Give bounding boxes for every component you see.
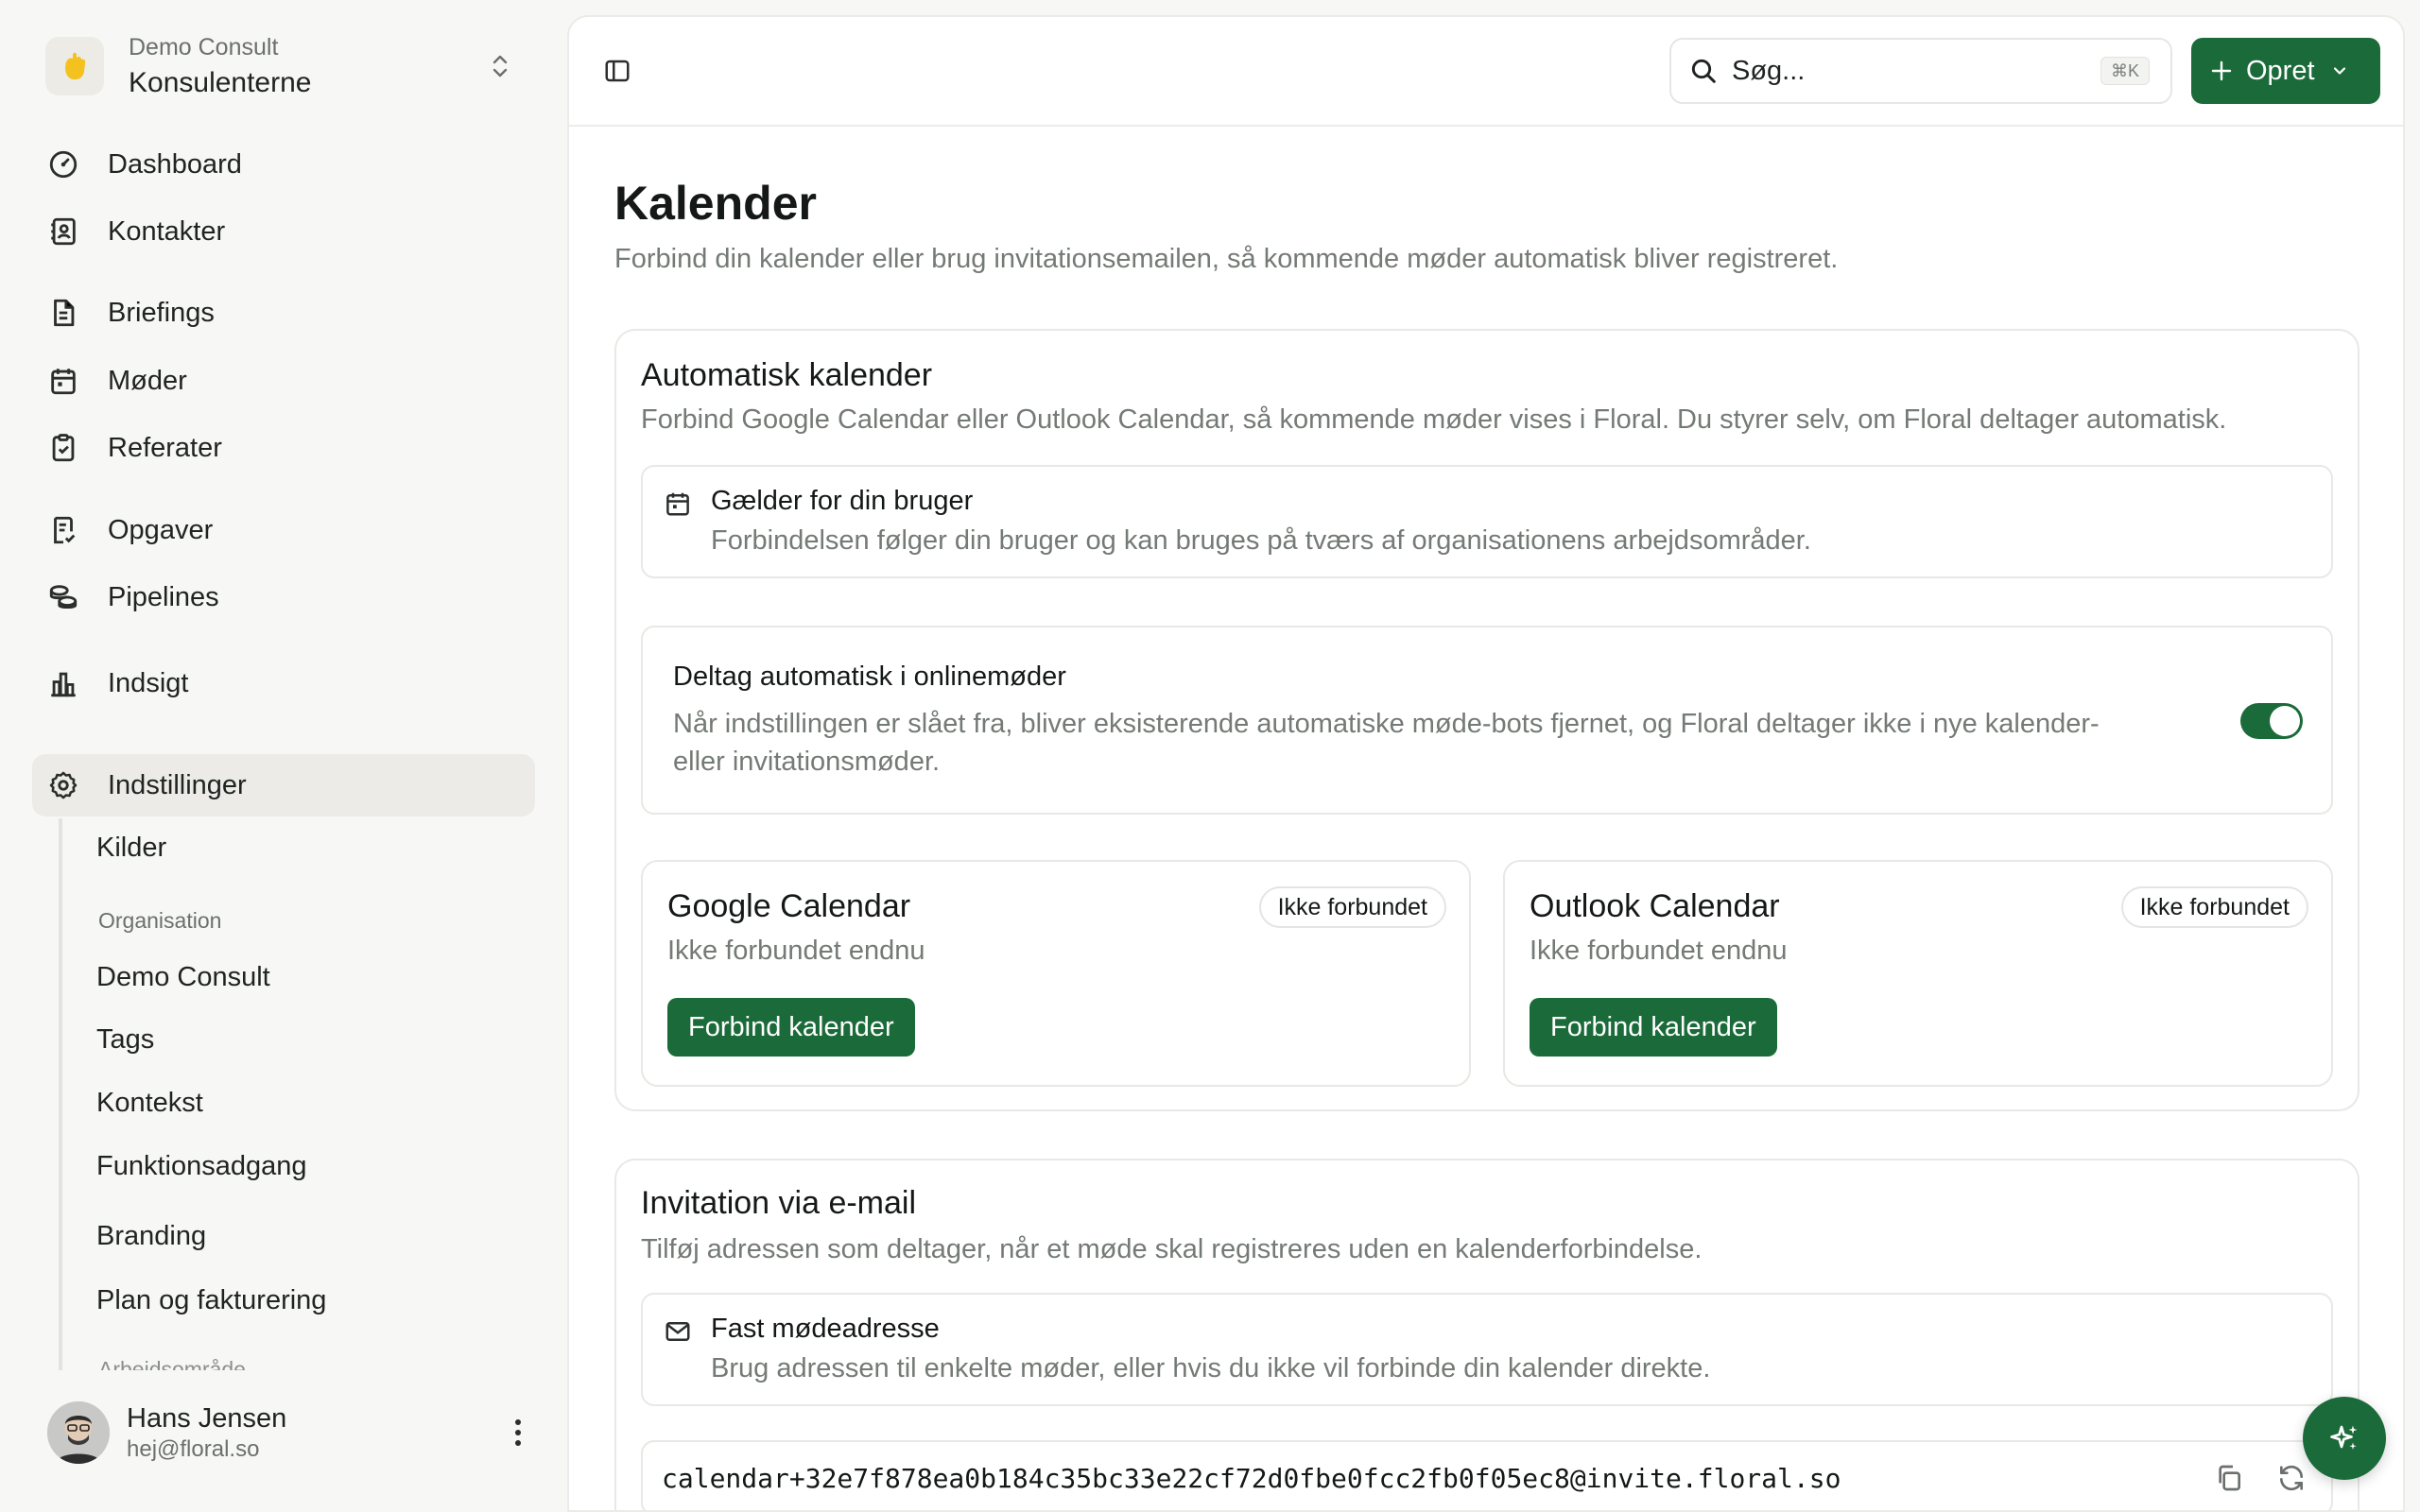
connect-outlook-button[interactable]: Forbind kalender bbox=[1530, 998, 1777, 1057]
nav-label: Pipelines bbox=[108, 581, 219, 612]
nav-label: Dashboard bbox=[108, 148, 242, 180]
card-title: Invitation via e-mail bbox=[641, 1185, 917, 1221]
user-name: Hans Jensen bbox=[127, 1402, 287, 1434]
subnav-branding[interactable]: Branding bbox=[96, 1221, 206, 1252]
avatar bbox=[47, 1401, 110, 1464]
provider-status: Ikke forbundet endnu bbox=[667, 936, 925, 966]
org-subtitle: Demo Consult bbox=[129, 33, 279, 60]
nav-label: Referater bbox=[108, 432, 222, 463]
org-name: Konsulenterne bbox=[129, 66, 312, 98]
subnav-demo-consult[interactable]: Demo Consult bbox=[96, 962, 270, 993]
auto-join-toggle[interactable] bbox=[2240, 703, 2303, 739]
nav-pipelines[interactable]: Pipelines bbox=[32, 566, 535, 628]
sidebar-toggle-icon[interactable] bbox=[603, 57, 635, 89]
create-button[interactable]: Opret bbox=[2191, 38, 2380, 104]
fixed-address-notice: Fast mødeadresse Brug adressen til enkel… bbox=[641, 1293, 2333, 1406]
calendar-icon bbox=[51, 369, 76, 395]
subnav-kilder[interactable]: Kilder bbox=[96, 833, 166, 864]
nav-label: Opgaver bbox=[108, 514, 214, 545]
calendar-icon bbox=[666, 492, 689, 516]
subnav-heading-arbejdsomrade: Arbejdsområde bbox=[98, 1357, 246, 1370]
setting-title: Deltag automatisk i onlinemøder bbox=[673, 662, 1066, 692]
hand-logo-icon bbox=[65, 52, 86, 80]
topbar: ⌘K Opret bbox=[569, 17, 2403, 127]
card-description: Tilføj adressen som deltager, når et mød… bbox=[641, 1234, 1703, 1264]
user-profile[interactable]: Hans Jensen hej@floral.so bbox=[32, 1389, 535, 1476]
notice-title: Fast mødeadresse bbox=[711, 1314, 940, 1344]
coins-icon bbox=[49, 585, 78, 610]
user-email: hej@floral.so bbox=[127, 1435, 260, 1462]
search-icon bbox=[1688, 56, 1719, 86]
invite-address-field[interactable]: calendar+32e7f878ea0b184c35bc33e22cf72d0… bbox=[641, 1440, 2333, 1510]
subnav-plan-fakturering[interactable]: Plan og fakturering bbox=[96, 1285, 326, 1316]
create-button-label: Opret bbox=[2246, 55, 2315, 86]
notice-description: Forbindelsen følger din bruger og kan br… bbox=[711, 525, 1811, 556]
outlook-calendar-card: Outlook Calendar Ikke forbundet Ikke for… bbox=[1503, 860, 2333, 1087]
user-scope-notice: Gælder for din bruger Forbindelsen følge… bbox=[641, 465, 2333, 578]
provider-status: Ikke forbundet endnu bbox=[1530, 936, 1788, 966]
nav-indstillinger[interactable]: Indstillinger bbox=[32, 754, 535, 816]
sidebar: Demo Consult Konsulenterne Dashboard Kon… bbox=[0, 0, 565, 1512]
more-vertical-icon[interactable] bbox=[512, 1418, 524, 1448]
connect-google-button[interactable]: Forbind kalender bbox=[667, 998, 915, 1057]
nav-label: Indstillinger bbox=[108, 769, 247, 800]
sparkles-icon bbox=[2330, 1425, 2358, 1450]
google-calendar-card: Google Calendar Ikke forbundet Ikke forb… bbox=[641, 860, 1471, 1087]
email-invite-card: Invitation via e-mail Tilføj adressen so… bbox=[614, 1159, 2360, 1510]
refresh-icon[interactable] bbox=[2276, 1463, 2307, 1493]
notice-title: Gælder for din bruger bbox=[711, 486, 974, 516]
search-shortcut-badge: ⌘K bbox=[2100, 57, 2150, 85]
ai-assistant-button[interactable] bbox=[2303, 1397, 2386, 1480]
subnav-kontekst[interactable]: Kontekst bbox=[96, 1088, 203, 1119]
task-list-icon bbox=[54, 516, 76, 544]
setting-description: Når indstillingen er slået fra, bliver e… bbox=[673, 709, 2100, 777]
nav-referater[interactable]: Referater bbox=[32, 417, 535, 479]
chevron-up-down-icon bbox=[488, 49, 512, 83]
nav-label: Briefings bbox=[108, 297, 215, 328]
provider-name: Google Calendar bbox=[667, 888, 911, 924]
subnav-heading-organisation: Organisation bbox=[98, 908, 222, 933]
status-badge: Ikke forbundet bbox=[1258, 886, 1446, 928]
search-box[interactable]: ⌘K bbox=[1669, 38, 2172, 104]
nav-briefings[interactable]: Briefings bbox=[32, 282, 535, 344]
provider-name: Outlook Calendar bbox=[1530, 888, 1780, 924]
main-panel: ⌘K Opret Kalender Forbind din kalender e… bbox=[567, 15, 2405, 1512]
auto-calendar-card: Automatisk kalender Forbind Google Calen… bbox=[614, 329, 2360, 1111]
subnav-tags[interactable]: Tags bbox=[96, 1024, 154, 1056]
notice-description: Brug adressen til enkelte møder, eller h… bbox=[711, 1353, 1711, 1383]
card-description: Forbind Google Calendar eller Outlook Ca… bbox=[641, 404, 2227, 435]
clipboard-check-icon bbox=[52, 434, 75, 462]
settings-gear-icon bbox=[49, 771, 78, 799]
page-title: Kalender bbox=[614, 177, 817, 230]
org-logo bbox=[45, 37, 104, 95]
nav-indsigt[interactable]: Indsigt bbox=[32, 652, 535, 714]
page-description: Forbind din kalender eller brug invitati… bbox=[614, 244, 1839, 274]
nav-label: Møder bbox=[108, 365, 187, 396]
settings-subnav-line bbox=[59, 818, 62, 1370]
org-switcher[interactable]: Demo Consult Konsulenterne bbox=[32, 23, 527, 110]
document-icon bbox=[54, 299, 75, 327]
invite-address[interactable]: calendar+32e7f878ea0b184c35bc33e22cf72d0… bbox=[662, 1463, 1841, 1494]
card-title: Automatisk kalender bbox=[641, 357, 933, 393]
bar-chart-icon bbox=[51, 672, 76, 697]
nav-moder[interactable]: Møder bbox=[32, 350, 535, 412]
chevron-down-icon bbox=[2333, 67, 2345, 75]
plus-icon bbox=[2211, 60, 2232, 81]
nav-label: Kontakter bbox=[108, 215, 226, 247]
contacts-book-icon bbox=[51, 217, 76, 246]
subnav-funktionsadgang[interactable]: Funktionsadgang bbox=[96, 1151, 307, 1182]
auto-join-setting: Deltag automatisk i onlinemøder Når inds… bbox=[641, 626, 2333, 815]
dashboard-gauge-icon bbox=[49, 150, 78, 179]
nav-kontakter[interactable]: Kontakter bbox=[32, 200, 535, 263]
nav-dashboard[interactable]: Dashboard bbox=[32, 133, 535, 196]
mail-icon bbox=[666, 1322, 690, 1341]
copy-icon[interactable] bbox=[2214, 1463, 2244, 1493]
nav-opgaver[interactable]: Opgaver bbox=[32, 499, 535, 561]
search-input[interactable] bbox=[1732, 55, 2072, 87]
nav-label: Indsigt bbox=[108, 667, 189, 698]
status-badge: Ikke forbundet bbox=[2120, 886, 2308, 928]
